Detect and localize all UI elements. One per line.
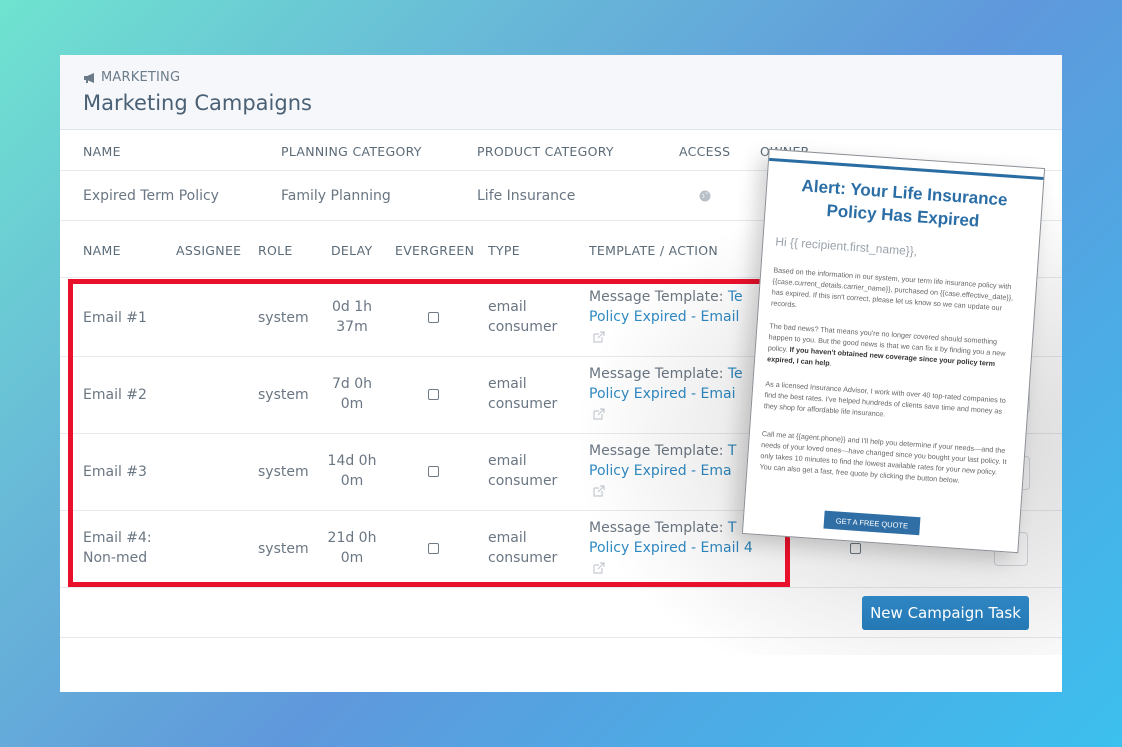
task-role: system [258,541,309,557]
evergreen-checkbox[interactable] [428,389,439,400]
campaign-name[interactable]: Expired Term Policy [83,186,219,206]
task-template: Message Template: T Policy Expired - Emai… [589,520,753,556]
task-name[interactable]: Email #4: Non-med [83,528,152,568]
external-link-icon[interactable] [592,407,606,421]
col-header-planning-category: PLANNING CATEGORY [281,144,422,159]
task-name[interactable]: Email #1 [83,308,147,328]
page-title: Marketing Campaigns [83,91,312,115]
evergreen-checkbox[interactable] [428,466,439,477]
evergreen-checkbox[interactable] [428,543,439,554]
row-checkbox[interactable] [850,543,861,554]
task-type: email consumer [488,453,558,489]
breadcrumb-label: MARKETING [101,70,181,85]
task-role: system [258,387,309,403]
email-paragraph: The bad news? That means you're no longe… [766,321,1006,369]
email-greeting: Hi {{ recipient.first_name}}, [774,234,918,259]
breadcrumb[interactable]: MARKETING [83,70,180,85]
template-link[interactable]: Te [728,289,743,305]
task-type: email consumer [488,376,558,412]
task-col-assignee: ASSIGNEE [176,243,242,258]
page-header: MARKETING Marketing Campaigns [60,55,1062,130]
task-type: email consumer [488,299,558,335]
task-role: system [258,310,309,326]
task-col-evergreen: EVERGREEN [395,243,475,258]
template-link[interactable]: Policy Expired - Email [589,309,739,325]
task-delay: 14d 0h 0m [327,453,377,489]
template-link[interactable]: Policy Expired - Ema [589,463,732,479]
campaign-product-category: Life Insurance [477,188,576,204]
email-paragraph: As a licensed Insurance Advisor, I work … [763,379,1007,419]
task-delay: 0d 1h 37m [331,299,373,335]
template-link[interactable]: T [728,443,737,459]
email-preview-card: Alert: Your Life Insurance Policy Has Ex… [741,148,1046,554]
task-name[interactable]: Email #2 [83,385,147,405]
email-title: Alert: Your Life Insurance Policy Has Ex… [801,176,1009,231]
email-paragraph: Based on the information in our system, … [770,265,1014,313]
col-header-access: ACCESS [679,144,731,159]
email-paragraph: Call me at {{agent.phone}} and I'll help… [759,429,1007,485]
task-template: Message Template: Te Policy Expired - Ema… [589,366,743,402]
task-delay: 7d 0h 0m [331,376,373,412]
megaphone-icon [84,72,94,83]
globe-icon [699,190,711,202]
task-col-delay: DELAY [331,243,373,258]
external-link-icon[interactable] [592,484,606,498]
task-col-role: ROLE [258,243,293,258]
evergreen-checkbox[interactable] [428,312,439,323]
task-col-type: TYPE [488,243,520,258]
template-link[interactable]: Policy Expired - Email 4 [589,540,753,556]
template-link[interactable]: Policy Expired - Emai [589,386,735,402]
task-template: Message Template: Te Policy Expired - Ema… [589,289,743,325]
template-link[interactable]: Te [728,366,743,382]
task-type: email consumer [488,530,558,566]
external-link-icon[interactable] [592,330,606,344]
get-free-quote-button[interactable]: GET A FREE QUOTE [823,510,921,536]
task-col-template: TEMPLATE / ACTION [589,243,719,258]
task-col-name: NAME [83,243,121,258]
campaign-planning-category: Family Planning [281,188,391,204]
col-header-name: NAME [83,144,121,159]
task-template: Message Template: T Policy Expired - Ema [589,443,737,479]
external-link-icon[interactable] [592,561,606,575]
col-header-product-category: PRODUCT CATEGORY [477,144,614,159]
new-campaign-task-button[interactable]: New Campaign Task [862,596,1029,630]
template-link[interactable]: T [728,520,737,536]
task-role: system [258,464,309,480]
task-name[interactable]: Email #3 [83,462,147,482]
task-delay: 21d 0h 0m [327,530,377,566]
